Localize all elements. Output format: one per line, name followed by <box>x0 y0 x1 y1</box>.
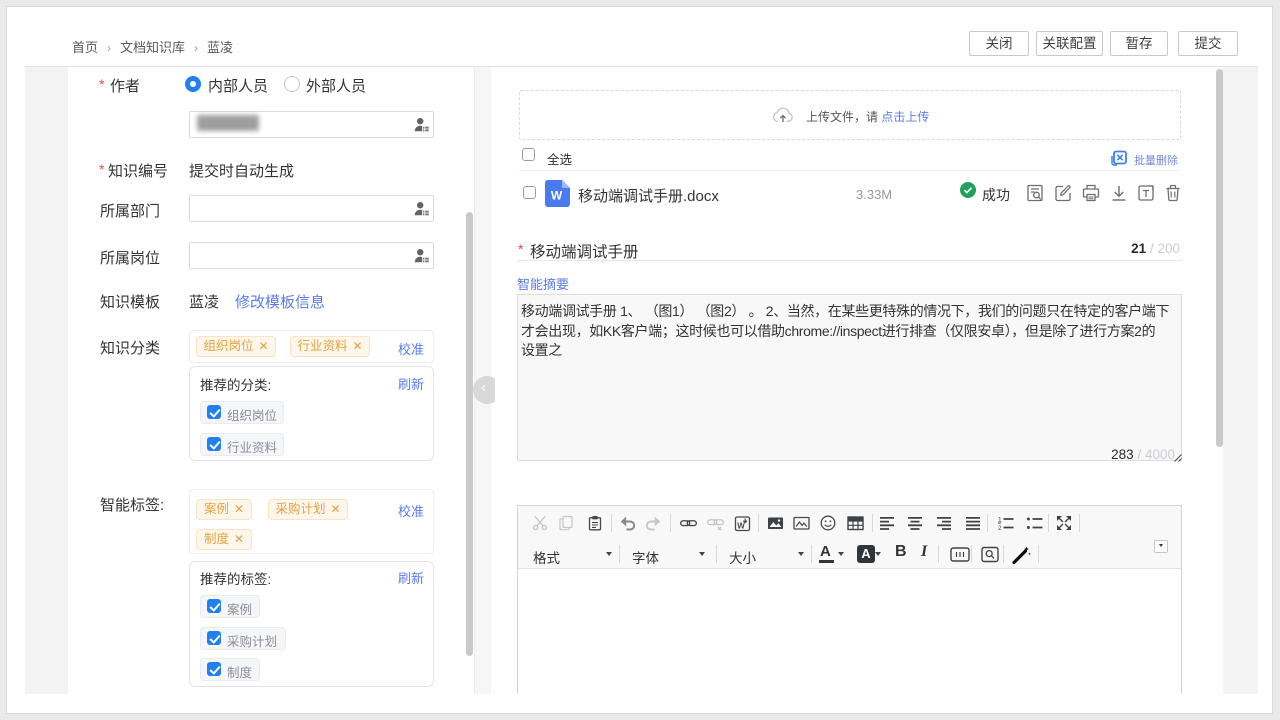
svg-text:W: W <box>551 189 563 203</box>
svg-text:W: W <box>737 522 745 531</box>
svg-text:2: 2 <box>998 525 1002 531</box>
svg-text:1: 1 <box>998 517 1002 524</box>
